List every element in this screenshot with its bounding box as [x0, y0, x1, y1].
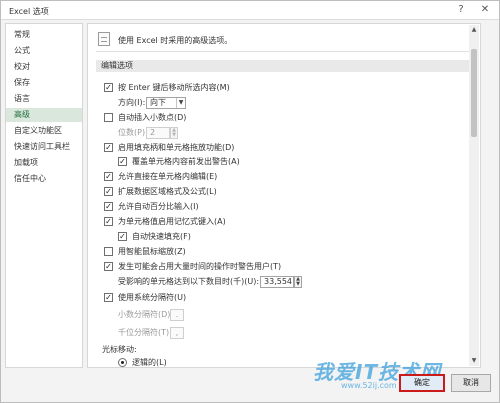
- places-spinner[interactable]: ▲ ▼: [170, 127, 178, 139]
- direction-value: 向下: [150, 98, 166, 107]
- label-logical: 逻辑的(L): [132, 358, 167, 367]
- checkbox-system-separators[interactable]: ✓: [104, 293, 113, 302]
- option-row-decimal-separator: 小数分隔符(D): .: [118, 309, 318, 321]
- label-auto-decimal: 自动插入小数点(D): [118, 113, 187, 122]
- label-autocomplete: 为单元格值启用记忆式键入(A): [118, 217, 226, 226]
- sidebar-item-save[interactable]: 保存: [6, 76, 82, 90]
- sidebar-item-general[interactable]: 常规: [6, 28, 82, 42]
- checkbox-intellimouse-zoom[interactable]: [104, 247, 113, 256]
- help-button[interactable]: ?: [453, 3, 469, 17]
- option-row-auto-percent: ✓ 允许自动百分比输入(I): [104, 201, 404, 213]
- places-input[interactable]: 2: [146, 127, 170, 139]
- option-row-auto-decimal: 自动插入小数点(D): [104, 112, 404, 124]
- checkbox-time-warning[interactable]: ✓: [104, 262, 113, 271]
- sidebar-item-add-ins[interactable]: 加载项: [6, 156, 82, 170]
- checkbox-edit-in-cell[interactable]: ✓: [104, 172, 113, 181]
- cancel-button[interactable]: 取消: [451, 374, 491, 392]
- cells-threshold-input[interactable]: 33,554: [260, 276, 294, 288]
- ok-button[interactable]: 确定: [399, 374, 445, 392]
- label-enter-moves: 按 Enter 键后移动所选内容(M): [118, 83, 230, 92]
- thousands-separator-input[interactable]: ,: [170, 327, 184, 339]
- page-header-text: 使用 Excel 时采用的高级选项。: [118, 36, 233, 45]
- option-row-fill-handle: ✓ 启用填充柄和单元格拖放功能(D): [104, 142, 404, 154]
- section-title-editing-options: 编辑选项: [96, 60, 474, 72]
- option-row-cells-threshold: 受影响的单元格达到以下数目时(千)(U): 33,554 ▲ ▼: [118, 276, 438, 288]
- label-overwrite-warning: 覆盖单元格内容前发出警告(A): [132, 157, 240, 166]
- option-row-thousands-separator: 千位分隔符(T): ,: [118, 327, 318, 339]
- label-thousands-separator: 千位分隔符(T):: [118, 328, 172, 337]
- title-bar: Excel 选项 ? ✕: [1, 1, 499, 20]
- checkbox-extend-formats[interactable]: ✓: [104, 187, 113, 196]
- close-button[interactable]: ✕: [477, 3, 493, 17]
- checkbox-enter-moves[interactable]: ✓: [104, 83, 113, 92]
- dialog-title: Excel 选项: [9, 7, 49, 16]
- option-row-places: 位数(P): 2 ▲ ▼: [118, 127, 318, 139]
- sidebar-item-customize-ribbon[interactable]: 自定义功能区: [6, 124, 82, 138]
- label-cursor-movement: 光标移动:: [102, 345, 137, 354]
- sidebar-item-advanced[interactable]: 高级: [6, 108, 82, 122]
- label-flash-fill: 自动快速填充(F): [132, 232, 191, 241]
- checkbox-autocomplete[interactable]: ✓: [104, 217, 113, 226]
- label-direction: 方向(I):: [118, 98, 146, 107]
- scroll-up-icon[interactable]: ▲: [469, 25, 479, 35]
- sidebar-item-language[interactable]: 语言: [6, 92, 82, 106]
- label-system-separators: 使用系统分隔符(U): [118, 293, 187, 302]
- checkbox-flash-fill[interactable]: ✓: [118, 232, 127, 241]
- option-row-overwrite-warning: ✓ 覆盖单元格内容前发出警告(A): [118, 156, 418, 168]
- option-row-intellimouse-zoom: 用智能鼠标缩放(Z): [104, 246, 404, 258]
- radio-logical[interactable]: [118, 358, 127, 367]
- sidebar-item-quick-access-toolbar[interactable]: 快速访问工具栏: [6, 140, 82, 154]
- label-fill-handle: 启用填充柄和单元格拖放功能(D): [118, 143, 235, 152]
- checkbox-fill-handle[interactable]: ✓: [104, 143, 113, 152]
- sidebar-item-proofing[interactable]: 校对: [6, 60, 82, 74]
- checkbox-auto-percent[interactable]: ✓: [104, 202, 113, 211]
- label-time-warning: 发生可能会占用大量时间的操作时警告用户(T): [118, 262, 282, 271]
- decimal-separator-input[interactable]: .: [170, 309, 184, 321]
- scroll-down-icon[interactable]: ▼: [469, 356, 479, 366]
- header-divider: [96, 51, 474, 52]
- cells-threshold-spinner[interactable]: ▲ ▼: [294, 276, 302, 288]
- options-content: 使用 Excel 时采用的高级选项。 编辑选项 ✓ 按 Enter 键后移动所选…: [87, 23, 481, 368]
- option-row-time-warning: ✓ 发生可能会占用大量时间的操作时警告用户(T): [104, 261, 424, 273]
- option-row-direction: 方向(I): 向下 ▼: [118, 97, 318, 109]
- option-row-extend-formats: ✓ 扩展数据区域格式及公式(L): [104, 186, 404, 198]
- checkbox-overwrite-warning[interactable]: ✓: [118, 157, 127, 166]
- label-places: 位数(P):: [118, 128, 148, 137]
- sidebar-item-formulas[interactable]: 公式: [6, 44, 82, 58]
- label-cells-threshold: 受影响的单元格达到以下数目时(千)(U):: [118, 277, 260, 286]
- content-scrollbar[interactable]: ▲ ▼: [469, 25, 479, 366]
- option-row-flash-fill: ✓ 自动快速填充(F): [118, 231, 418, 243]
- label-decimal-separator: 小数分隔符(D):: [118, 310, 174, 319]
- watermark-url: www.52ij.com: [341, 381, 397, 390]
- label-extend-formats: 扩展数据区域格式及公式(L): [118, 187, 217, 196]
- option-row-system-separators: ✓ 使用系统分隔符(U): [104, 292, 404, 304]
- option-row-edit-in-cell: ✓ 允许直接在单元格内编辑(E): [104, 171, 404, 183]
- option-row-logical: 逻辑的(L): [118, 357, 318, 367]
- option-row-enter-moves: ✓ 按 Enter 键后移动所选内容(M): [104, 82, 404, 94]
- chevron-down-icon: ▼: [176, 98, 185, 108]
- checkbox-auto-decimal[interactable]: [104, 113, 113, 122]
- excel-options-dialog: Excel 选项 ? ✕ 常规 公式 校对 保存 语言 高级 自定义功能区 快速…: [0, 0, 500, 403]
- label-auto-percent: 允许自动百分比输入(I): [118, 202, 199, 211]
- direction-select[interactable]: 向下 ▼: [146, 97, 186, 109]
- scroll-thumb[interactable]: [471, 49, 477, 137]
- option-row-autocomplete: ✓ 为单元格值启用记忆式键入(A): [104, 216, 404, 228]
- sidebar-item-trust-center[interactable]: 信任中心: [6, 172, 82, 186]
- sidebar: 常规 公式 校对 保存 语言 高级 自定义功能区 快速访问工具栏 加载项 信任中…: [5, 23, 83, 368]
- label-edit-in-cell: 允许直接在单元格内编辑(E): [118, 172, 218, 181]
- label-intellimouse-zoom: 用智能鼠标缩放(Z): [118, 247, 186, 256]
- document-options-icon: [98, 32, 110, 46]
- option-row-cursor-movement: 光标移动:: [102, 344, 302, 356]
